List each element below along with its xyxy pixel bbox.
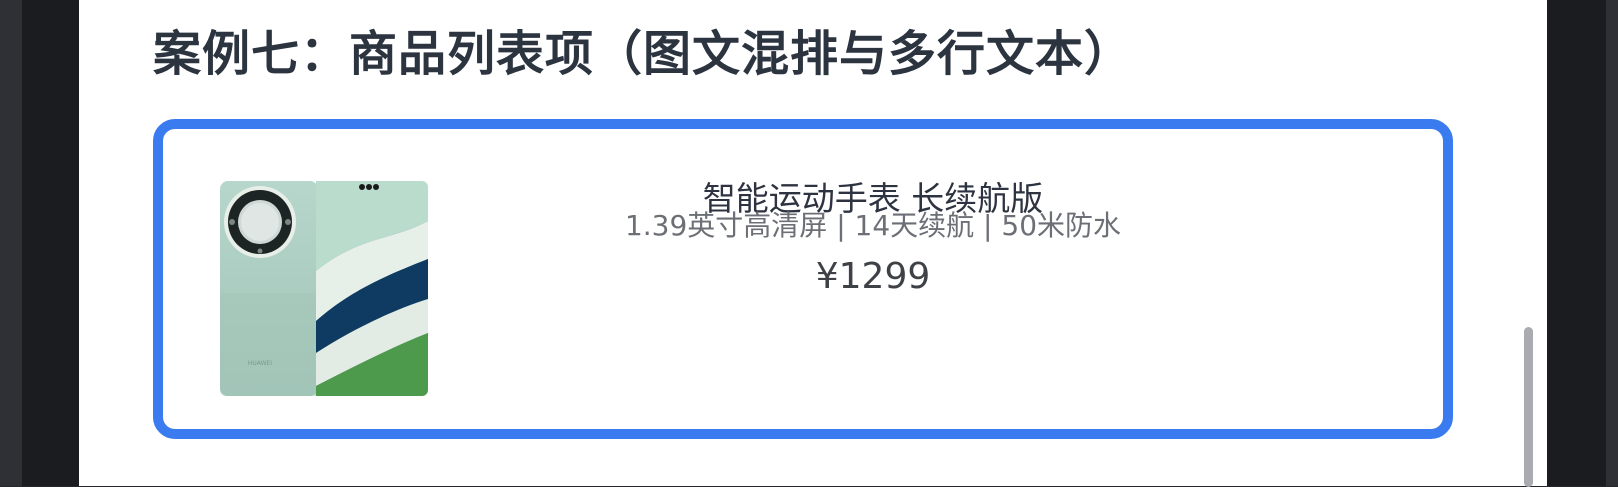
brand-mark: HUAWEI <box>248 360 272 367</box>
content-page: 案例七：商品列表项（图文混排与多行文本） HUAWEI 智能运动手表 长续航版 … <box>79 0 1547 487</box>
product-specs: 1.39英寸高清屏 | 14天续航 | 50米防水 <box>624 209 1122 242</box>
product-price: ¥1299 <box>815 256 931 297</box>
window-frame-gutter-left <box>22 0 79 486</box>
product-info: 智能运动手表 长续航版 1.39英寸高清屏 | 14天续航 | 50米防水 ¥1… <box>613 181 1133 297</box>
vertical-scrollbar-thumb[interactable] <box>1524 327 1533 487</box>
window-frame-gutter-right <box>1547 0 1606 486</box>
product-list-item[interactable]: HUAWEI 智能运动手表 长续航版 1.39英寸高清屏 | 14天续航 | 5… <box>153 119 1453 439</box>
product-image: HUAWEI <box>220 181 428 396</box>
phone-product-image-icon: HUAWEI <box>220 181 428 396</box>
window-frame-right <box>1606 0 1618 486</box>
window-frame-left <box>0 0 22 486</box>
section-title: 案例七：商品列表项（图文混排与多行文本） <box>153 26 1134 82</box>
